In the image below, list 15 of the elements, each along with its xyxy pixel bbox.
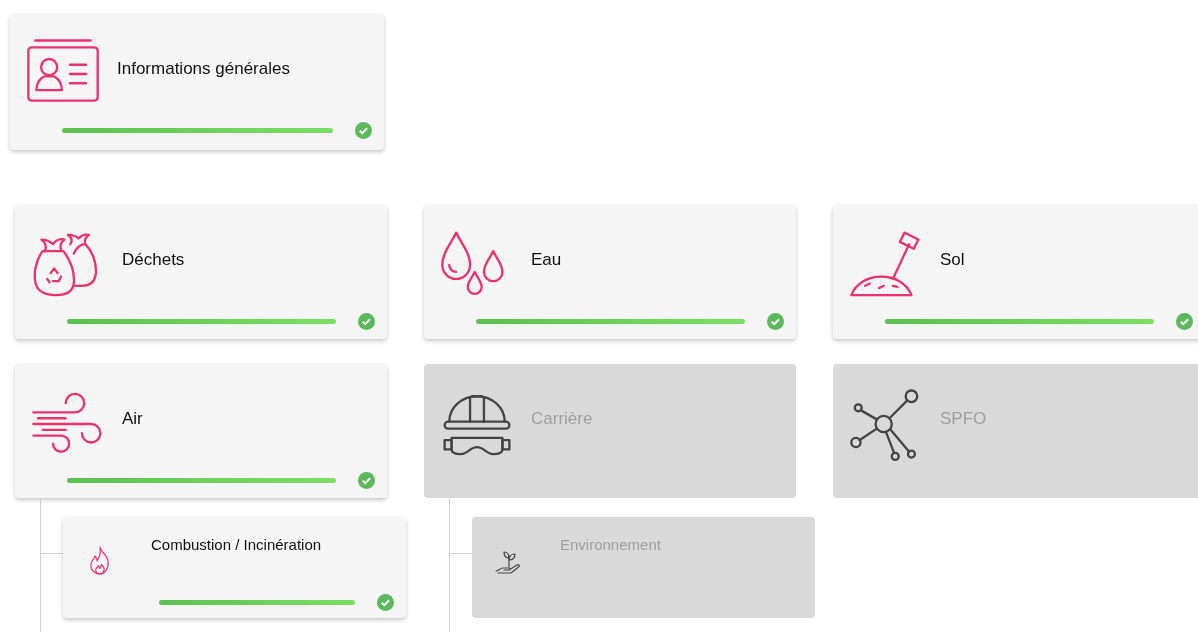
card-title: Combustion / Incinération [151,536,322,553]
card-background[interactable]: Eau [424,205,796,339]
card-background[interactable]: Air [15,364,387,498]
card-title: Déchets [122,250,185,270]
card-background[interactable]: Sol [833,205,1198,339]
card-title: Sol [940,250,965,270]
card-title: Eau [531,250,562,270]
card-title: Air [122,409,143,429]
card-background[interactable]: Informations générales [10,14,384,150]
card-background[interactable]: Déchets [15,205,387,339]
card-title: SPFO [940,409,987,429]
card-title: Carrière [531,409,593,429]
card-background[interactable]: Combustion / Incinération [63,517,406,618]
card-title: Environnement [560,536,661,553]
card-title: Informations générales [117,59,290,79]
